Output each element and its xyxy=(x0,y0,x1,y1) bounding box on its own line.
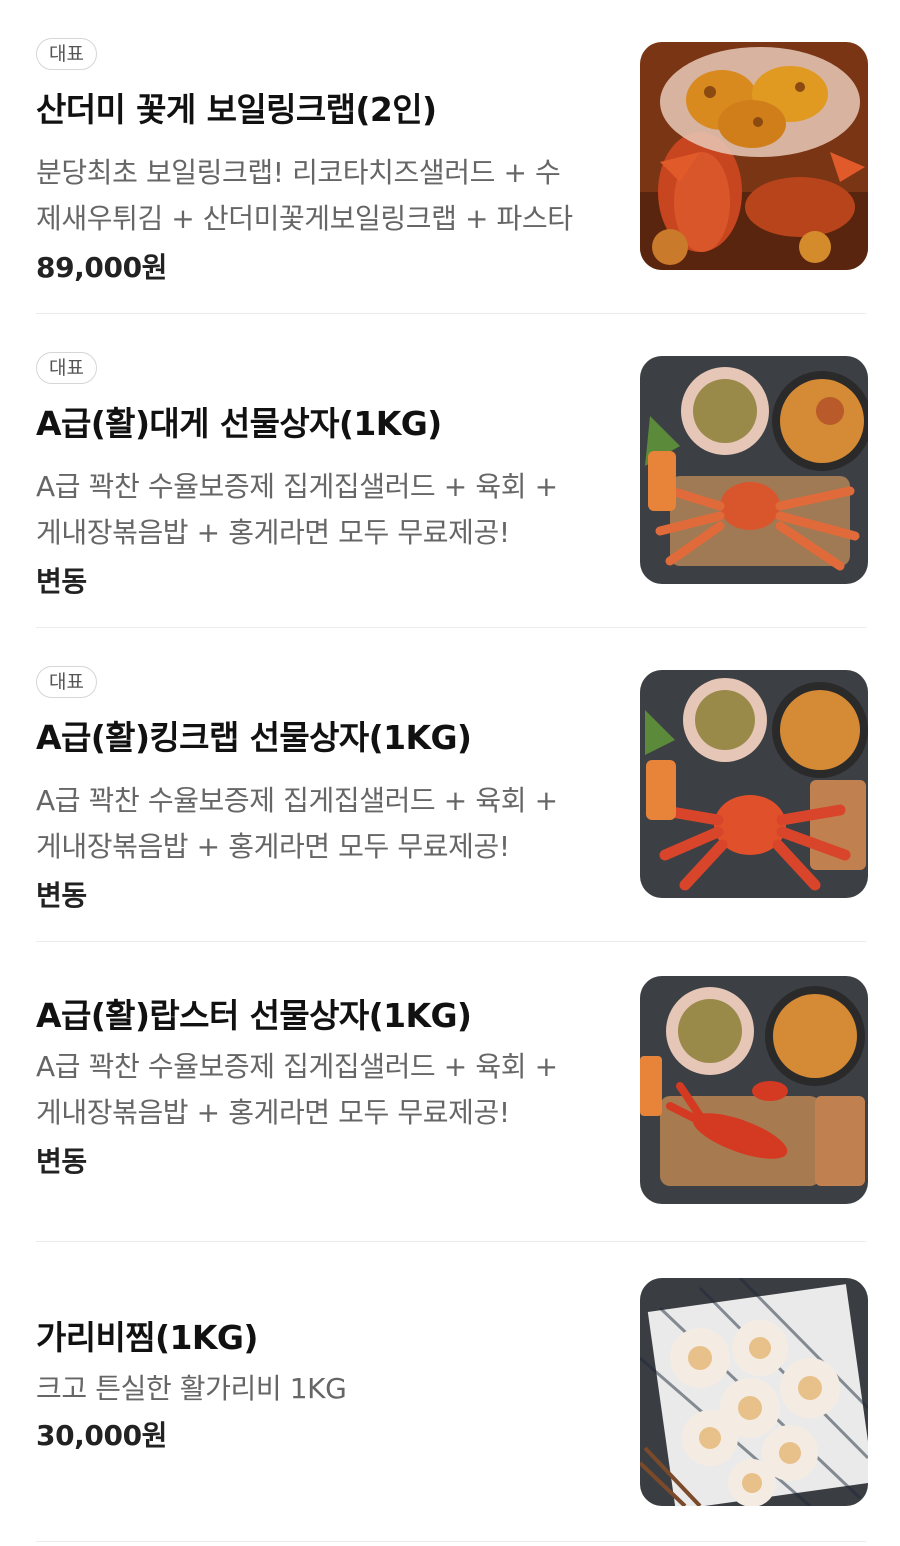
menu-item-text: A급(활)랍스터 선물상자(1KG) A급 꽉찬 수율보증제 집게집샐러드 + … xyxy=(36,996,616,1182)
menu-item-name: A급(활)킹크랩 선물상자(1KG) xyxy=(36,718,472,757)
lobster-illustration xyxy=(640,976,868,1204)
menu-item-text: 대표 A급(활)킹크랩 선물상자(1KG) A급 꽉찬 수율보증제 집게집샐러드… xyxy=(36,666,616,916)
item-divider xyxy=(36,1541,866,1542)
menu-item-boiling-crab[interactable]: 대표 산더미 꽃게 보일링크랩(2인) 분당최초 보일링크랩! 리코타치즈샐러드… xyxy=(0,0,900,314)
menu-item-desc-line1: A급 꽉찬 수율보증제 집게집샐러드 + 육회 + xyxy=(36,784,558,817)
menu-item-price: 변동 xyxy=(36,565,87,598)
scallops-illustration xyxy=(640,1278,868,1506)
menu-item-text: 대표 A급(활)대게 선물상자(1KG) A급 꽉찬 수율보증제 집게집샐러드 … xyxy=(36,352,616,602)
menu-item-scallops[interactable]: 가리비찜(1KG) 크고 튼실한 활가리비 1KG 30,000원 xyxy=(0,1242,900,1542)
boiling-crab-photo[interactable] xyxy=(640,42,868,270)
menu-item-desc-line1: A급 꽉찬 수율보증제 집게집샐러드 + 육회 + xyxy=(36,470,558,503)
menu-item-name: A급(활)랍스터 선물상자(1KG) xyxy=(36,996,472,1035)
menu-item-desc-line2: 제새우튀김 + 산더미꽃게보일링크랩 + 파스타 xyxy=(36,202,573,235)
menu-item-price: 89,000원 xyxy=(36,251,168,284)
steamed-scallops-photo[interactable] xyxy=(640,1278,868,1506)
snow-crab-illustration xyxy=(640,356,868,584)
menu-item-text: 가리비찜(1KG) 크고 튼실한 활가리비 1KG 30,000원 xyxy=(36,1318,616,1456)
menu-item-king-crab[interactable]: 대표 A급(활)킹크랩 선물상자(1KG) A급 꽉찬 수율보증제 집게집샐러드… xyxy=(0,628,900,942)
menu-list: 대표 산더미 꽃게 보일링크랩(2인) 분당최초 보일링크랩! 리코타치즈샐러드… xyxy=(0,0,900,1546)
menu-item-name: 가리비찜(1KG) xyxy=(36,1318,258,1357)
snow-crab-platter-photo[interactable] xyxy=(640,356,868,584)
menu-item-desc-line2: 게내장볶음밥 + 홍게라면 모두 무료제공! xyxy=(36,1096,510,1129)
menu-item-price: 30,000원 xyxy=(36,1419,168,1452)
lobster-platter-photo[interactable] xyxy=(640,976,868,1204)
menu-item-desc-line1: 분당최초 보일링크랩! 리코타치즈샐러드 + 수 xyxy=(36,156,561,189)
signature-badge: 대표 xyxy=(36,666,97,698)
menu-item-lobster[interactable]: A급(활)랍스터 선물상자(1KG) A급 꽉찬 수율보증제 집게집샐러드 + … xyxy=(0,942,900,1242)
menu-item-name: A급(활)대게 선물상자(1KG) xyxy=(36,404,442,443)
menu-item-desc-line2: 게내장볶음밥 + 홍게라면 모두 무료제공! xyxy=(36,830,510,863)
menu-item-desc-line1: 크고 튼실한 활가리비 1KG xyxy=(36,1372,347,1405)
menu-item-price: 변동 xyxy=(36,1145,87,1178)
signature-badge: 대표 xyxy=(36,352,97,384)
menu-item-text: 대표 산더미 꽃게 보일링크랩(2인) 분당최초 보일링크랩! 리코타치즈샐러드… xyxy=(36,38,616,288)
menu-item-price: 변동 xyxy=(36,879,87,912)
menu-item-desc-line1: A급 꽉찬 수율보증제 집게집샐러드 + 육회 + xyxy=(36,1050,558,1083)
king-crab-illustration xyxy=(640,670,868,898)
king-crab-platter-photo[interactable] xyxy=(640,670,868,898)
boiling-crab-illustration xyxy=(640,42,868,270)
menu-item-name: 산더미 꽃게 보일링크랩(2인) xyxy=(36,90,437,129)
menu-item-snow-crab[interactable]: 대표 A급(활)대게 선물상자(1KG) A급 꽉찬 수율보증제 집게집샐러드 … xyxy=(0,314,900,628)
signature-badge: 대표 xyxy=(36,38,97,70)
menu-item-desc-line2: 게내장볶음밥 + 홍게라면 모두 무료제공! xyxy=(36,516,510,549)
